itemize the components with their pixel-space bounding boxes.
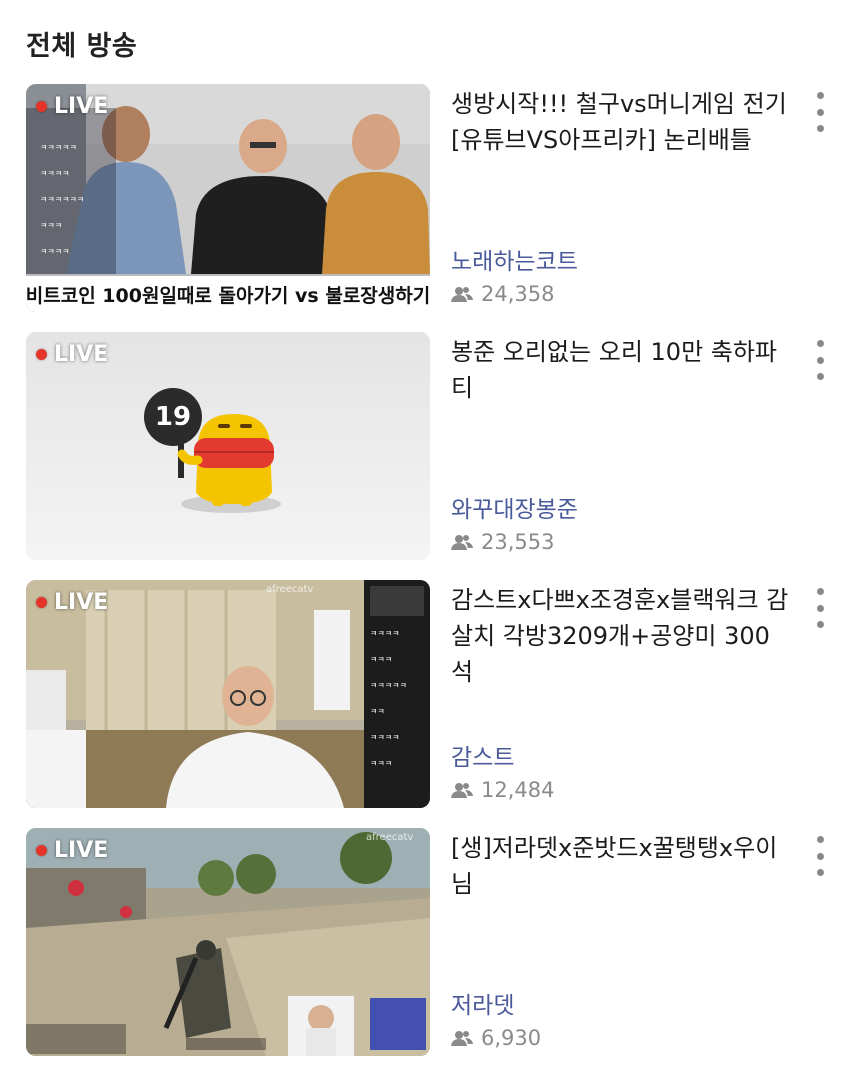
chat-overlay-line: ㅋㅋㅋㅋㅋ (40, 143, 77, 152)
age-rating-sign: 19 (144, 388, 202, 446)
broadcast-title[interactable]: [생]저라뎃x준밧드x꿀탱탱x우이님 (451, 830, 791, 902)
chat-overlay-line: ㅋㅋㅋㅋ (370, 629, 400, 638)
more-vertical-icon[interactable] (808, 92, 832, 132)
broadcast-list: ㅋㅋㅋㅋㅋ ㅋㅋㅋㅋ ㅋㅋㅋㅋㅋㅋ ㅋㅋㅋ ㅋㅋㅋㅋ 비트코인 100원일때로 … (0, 84, 850, 1071)
viewer-count-value: 12,484 (481, 778, 555, 802)
more-vertical-icon[interactable] (808, 588, 832, 628)
broadcast-item[interactable]: 19 LIVE 봉준 오리없는 오리 10만 축하파티 와꾸대장봉준 23,55… (0, 332, 850, 580)
broadcast-title[interactable]: 생방시작!!! 철구vs머니게임 전기 [유튜브VS아프리카] 논리배틀 (451, 86, 791, 158)
more-vertical-icon[interactable] (808, 340, 832, 380)
chat-overlay-line: ㅋㅋ (370, 707, 385, 716)
people-icon (451, 783, 473, 798)
chat-overlay-line: ㅋㅋㅋㅋ (370, 733, 400, 742)
live-dot-icon (36, 845, 47, 856)
viewer-count-value: 6,930 (481, 1026, 542, 1050)
section-title: 전체 방송 (26, 31, 138, 62)
viewer-count: 23,553 (451, 530, 554, 554)
viewer-count: 24,358 (451, 282, 554, 306)
thumbnail[interactable]: ㅋㅋㅋㅋㅋ ㅋㅋㅋㅋ ㅋㅋㅋㅋㅋㅋ ㅋㅋㅋ ㅋㅋㅋㅋ 비트코인 100원일때로 … (26, 84, 430, 312)
broadcast-item[interactable]: afreecatv LIVE [생]저라뎃x준밧드x꿀탱탱x우이님 저라뎃 6,… (0, 828, 850, 1071)
broadcast-title[interactable]: 감스트x다쁘x조경훈x블랙워크 감살치 각방3209개+공양미 300석 (451, 582, 791, 690)
broadcast-info: 감스트x다쁘x조경훈x블랙워크 감살치 각방3209개+공양미 300석 감스트… (451, 582, 791, 808)
chat-overlay-line: ㅋㅋㅋ (40, 221, 63, 230)
broadcast-info: [생]저라뎃x준밧드x꿀탱탱x우이님 저라뎃 6,930 (451, 830, 791, 1056)
channel-name[interactable]: 와꾸대장봉준 (451, 490, 578, 524)
live-badge: LIVE (36, 590, 108, 615)
broadcast-title[interactable]: 봉준 오리없는 오리 10만 축하파티 (451, 334, 791, 406)
more-vertical-icon[interactable] (808, 836, 832, 876)
channel-name[interactable]: 노래하는코트 (451, 242, 578, 276)
channel-name[interactable]: 감스트 (451, 738, 514, 772)
live-label: LIVE (54, 590, 109, 615)
live-dot-icon (36, 349, 47, 360)
thumbnail[interactable]: afreecatv LIVE (26, 828, 430, 1056)
thumbnail[interactable]: 19 LIVE (26, 332, 430, 560)
live-list-page: 전체 방송 ㅋㅋㅋㅋㅋ ㅋㅋㅋㅋ ㅋㅋㅋㅋㅋㅋ ㅋㅋㅋ ㅋㅋㅋㅋ 비트코인 10… (0, 0, 850, 1071)
channel-name[interactable]: 저라뎃 (451, 986, 514, 1020)
live-badge: LIVE (36, 342, 108, 367)
watermark: afreecatv (366, 832, 414, 843)
thumbnail[interactable]: ㅋㅋㅋㅋ ㅋㅋㅋ ㅋㅋㅋㅋㅋ ㅋㅋ ㅋㅋㅋㅋ ㅋㅋㅋ afreecatv LIV… (26, 580, 430, 808)
live-dot-icon (36, 597, 47, 608)
broadcast-item[interactable]: ㅋㅋㅋㅋㅋ ㅋㅋㅋㅋ ㅋㅋㅋㅋㅋㅋ ㅋㅋㅋ ㅋㅋㅋㅋ 비트코인 100원일때로 … (0, 84, 850, 332)
viewer-count: 6,930 (451, 1026, 541, 1050)
chat-overlay-line: ㅋㅋㅋㅋㅋ (370, 681, 407, 690)
broadcast-item[interactable]: ㅋㅋㅋㅋ ㅋㅋㅋ ㅋㅋㅋㅋㅋ ㅋㅋ ㅋㅋㅋㅋ ㅋㅋㅋ afreecatv LIV… (0, 580, 850, 828)
live-label: LIVE (54, 838, 109, 863)
watermark: afreecatv (266, 584, 314, 595)
live-label: LIVE (54, 94, 109, 119)
live-label: LIVE (54, 342, 109, 367)
live-badge: LIVE (36, 838, 108, 863)
chat-overlay-line: ㅋㅋㅋ (370, 655, 393, 664)
chat-overlay-line: ㅋㅋㅋㅋ (40, 247, 70, 256)
viewer-count: 12,484 (451, 778, 554, 802)
broadcast-info: 봉준 오리없는 오리 10만 축하파티 와꾸대장봉준 23,553 (451, 334, 791, 560)
chat-overlay-line: ㅋㅋㅋㅋ (40, 169, 70, 178)
viewer-count-value: 23,553 (481, 530, 555, 554)
chat-overlay-line: ㅋㅋㅋㅋㅋㅋ (40, 195, 85, 204)
people-icon (451, 1031, 473, 1046)
live-dot-icon (36, 101, 47, 112)
people-icon (451, 535, 473, 550)
live-badge: LIVE (36, 94, 108, 119)
chat-overlay-line: ㅋㅋㅋ (370, 759, 393, 768)
thumbnail-banner: 비트코인 100원일때로 돌아가기 vs 불로장생하기 (26, 274, 430, 312)
viewer-count-value: 24,358 (481, 282, 555, 306)
broadcast-info: 생방시작!!! 철구vs머니게임 전기 [유튜브VS아프리카] 논리배틀 노래하… (451, 86, 791, 312)
people-icon (451, 287, 473, 302)
